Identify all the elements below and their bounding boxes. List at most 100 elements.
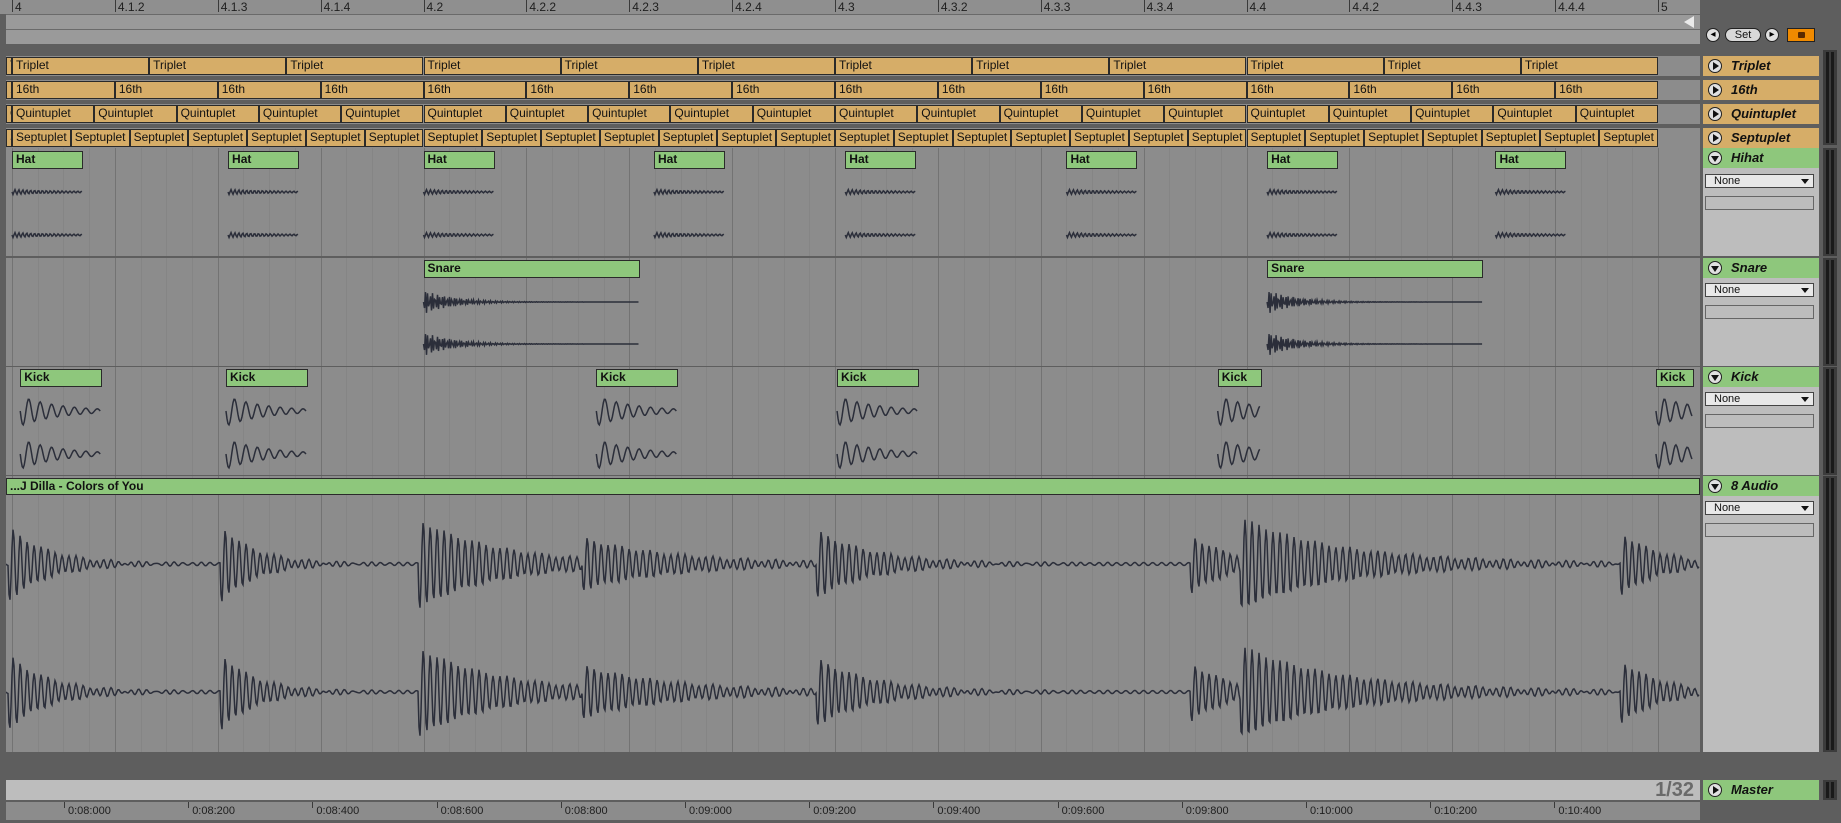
grid-clip[interactable]: Quintuplet bbox=[176, 105, 259, 123]
input-channel-box[interactable] bbox=[1705, 523, 1814, 537]
overview-scrollbar[interactable] bbox=[6, 14, 1700, 30]
grid-clip[interactable]: Septuplet bbox=[1187, 129, 1247, 147]
grid-clip[interactable]: 16th bbox=[937, 81, 1041, 99]
grid-clip[interactable]: Septuplet bbox=[482, 129, 542, 147]
grid-clip[interactable]: Quintuplet bbox=[1081, 105, 1165, 123]
track-name[interactable]: Quintuplet bbox=[1731, 106, 1796, 121]
grid-clip[interactable]: Quintuplet bbox=[1575, 105, 1658, 123]
drum-clip[interactable]: Kick bbox=[225, 369, 308, 387]
grid-clip[interactable]: Septuplet bbox=[423, 129, 483, 147]
grid-clip[interactable]: Quintuplet bbox=[12, 105, 95, 123]
track-name[interactable]: 8 Audio bbox=[1731, 478, 1778, 493]
grid-clip[interactable]: Triplet bbox=[560, 57, 698, 75]
grid-clip[interactable]: Septuplet bbox=[952, 129, 1012, 147]
grid-clip[interactable]: 16th bbox=[526, 81, 630, 99]
grid-clip[interactable]: 16th bbox=[217, 81, 321, 99]
track-header-quintuplet[interactable]: Quintuplet bbox=[1703, 104, 1819, 124]
grid-clip[interactable]: Quintuplet bbox=[423, 105, 506, 123]
grid-clip[interactable]: 16th bbox=[1040, 81, 1144, 99]
input-select[interactable]: None bbox=[1705, 174, 1814, 188]
grid-clip[interactable]: Septuplet bbox=[1540, 129, 1600, 147]
fold-button[interactable] bbox=[1708, 261, 1722, 275]
grid-lane-quintuplet[interactable]: Quintuplet Quintuplet Quintuplet Quintuplet… bbox=[6, 104, 1700, 124]
prev-locator-button[interactable]: ◂ bbox=[1706, 28, 1720, 42]
grid-clip[interactable]: Septuplet bbox=[1422, 129, 1482, 147]
grid-clip[interactable]: Quintuplet bbox=[1164, 105, 1247, 123]
grid-clip[interactable]: Septuplet bbox=[599, 129, 659, 147]
grid-clip[interactable]: Septuplet bbox=[1070, 129, 1129, 147]
fold-button[interactable] bbox=[1708, 83, 1722, 97]
grid-clip[interactable]: Triplet bbox=[972, 57, 1110, 75]
drum-clip[interactable]: Hat bbox=[1066, 151, 1138, 169]
drum-clip[interactable]: Hat bbox=[1267, 151, 1339, 169]
grid-clip[interactable]: Quintuplet bbox=[1411, 105, 1494, 123]
grid-clip[interactable]: 16th bbox=[114, 81, 218, 99]
grid-clip[interactable]: Septuplet bbox=[1128, 129, 1188, 147]
grid-lane-16th[interactable]: 16th 16th 16th 16th 16th 16th 16th 16th 16th 16th… bbox=[6, 80, 1700, 100]
fold-button[interactable] bbox=[1708, 479, 1722, 493]
track-name[interactable]: Master bbox=[1731, 782, 1773, 797]
grid-lane-septuplet[interactable]: Septuplet Septuplet Septuplet Septuplet Sept… bbox=[6, 128, 1700, 148]
grid-clip[interactable]: Septuplet bbox=[1305, 129, 1365, 147]
input-channel-box[interactable] bbox=[1705, 414, 1814, 428]
grid-clip[interactable]: Triplet bbox=[149, 57, 287, 75]
set-locator-button[interactable]: Set bbox=[1725, 28, 1761, 42]
track-name[interactable]: Septuplet bbox=[1731, 130, 1790, 145]
input-channel-box[interactable] bbox=[1705, 305, 1814, 319]
track-header-kick[interactable]: Kick None bbox=[1703, 367, 1819, 475]
grid-clip[interactable]: Septuplet bbox=[717, 129, 777, 147]
track-name[interactable]: 16th bbox=[1731, 82, 1758, 97]
grid-clip[interactable]: Quintuplet bbox=[505, 105, 589, 123]
grid-clip[interactable]: Quintuplet bbox=[258, 105, 342, 123]
grid-clip[interactable]: Septuplet bbox=[893, 129, 953, 147]
track-header-audio[interactable]: 8 Audio None bbox=[1703, 476, 1819, 752]
grid-clip[interactable]: Quintuplet bbox=[917, 105, 1000, 123]
track-name[interactable]: Hihat bbox=[1731, 150, 1764, 165]
grid-clip[interactable]: Triplet bbox=[286, 57, 424, 75]
grid-clip[interactable]: Quintuplet bbox=[835, 105, 918, 123]
grid-clip[interactable]: Quintuplet bbox=[588, 105, 671, 123]
fold-button[interactable] bbox=[1708, 370, 1722, 384]
drum-clip[interactable]: Snare bbox=[1267, 260, 1484, 278]
input-select[interactable]: None bbox=[1705, 501, 1814, 515]
beat-ruler[interactable]: 4 4.1.2 4.1.3 4.1.4 4.2 4.2.2 4.2.3 4.2.4 4.3 4.3… bbox=[0, 0, 1700, 14]
fold-button[interactable] bbox=[1708, 151, 1722, 165]
drum-clip[interactable]: Snare bbox=[423, 260, 640, 278]
grid-clip[interactable]: Septuplet bbox=[305, 129, 365, 147]
grid-clip[interactable]: Septuplet bbox=[129, 129, 189, 147]
grid-clip[interactable]: Triplet bbox=[1520, 57, 1658, 75]
grid-clip[interactable]: Quintuplet bbox=[341, 105, 424, 123]
grid-clip[interactable]: 16th bbox=[1246, 81, 1350, 99]
track-name[interactable]: Snare bbox=[1731, 260, 1767, 275]
grid-clip[interactable]: Triplet bbox=[835, 57, 973, 75]
track-header-triplet[interactable]: Triplet bbox=[1703, 56, 1819, 76]
grid-clip[interactable]: 16th bbox=[835, 81, 938, 99]
drum-clip[interactable]: Hat bbox=[228, 151, 300, 169]
track-header-snare[interactable]: Snare None bbox=[1703, 258, 1819, 366]
drum-clip[interactable]: Kick bbox=[837, 369, 920, 387]
drum-clip[interactable]: Hat bbox=[1495, 151, 1567, 169]
track-name[interactable]: Kick bbox=[1731, 369, 1758, 384]
grid-clip[interactable]: Septuplet bbox=[247, 129, 306, 147]
grid-clip[interactable]: Septuplet bbox=[1599, 129, 1658, 147]
grid-clip[interactable]: Septuplet bbox=[835, 129, 894, 147]
fold-button[interactable] bbox=[1708, 131, 1722, 145]
input-select[interactable]: None bbox=[1705, 392, 1814, 406]
grid-clip[interactable]: Septuplet bbox=[12, 129, 71, 147]
grid-clip[interactable]: Septuplet bbox=[1481, 129, 1541, 147]
audio-lane[interactable]: ...J Dilla - Colors of You bbox=[6, 476, 1700, 752]
grid-clip[interactable]: Quintuplet bbox=[752, 105, 835, 123]
drum-clip[interactable]: Kick bbox=[1217, 369, 1262, 387]
arrangement-lock-button[interactable] bbox=[1787, 28, 1815, 42]
grid-clip[interactable]: Septuplet bbox=[1364, 129, 1423, 147]
fold-button[interactable] bbox=[1708, 59, 1722, 73]
grid-clip[interactable]: 16th bbox=[12, 81, 115, 99]
grid-clip[interactable]: Septuplet bbox=[776, 129, 835, 147]
next-locator-button[interactable]: ▸ bbox=[1765, 28, 1779, 42]
grid-clip[interactable]: Septuplet bbox=[541, 129, 600, 147]
track-header-hihat[interactable]: Hihat None bbox=[1703, 148, 1819, 256]
drum-clip[interactable]: Hat bbox=[653, 151, 725, 169]
grid-clip[interactable]: Septuplet bbox=[1246, 129, 1306, 147]
grid-clip[interactable]: Septuplet bbox=[188, 129, 248, 147]
drum-clip[interactable]: Kick bbox=[596, 369, 679, 387]
